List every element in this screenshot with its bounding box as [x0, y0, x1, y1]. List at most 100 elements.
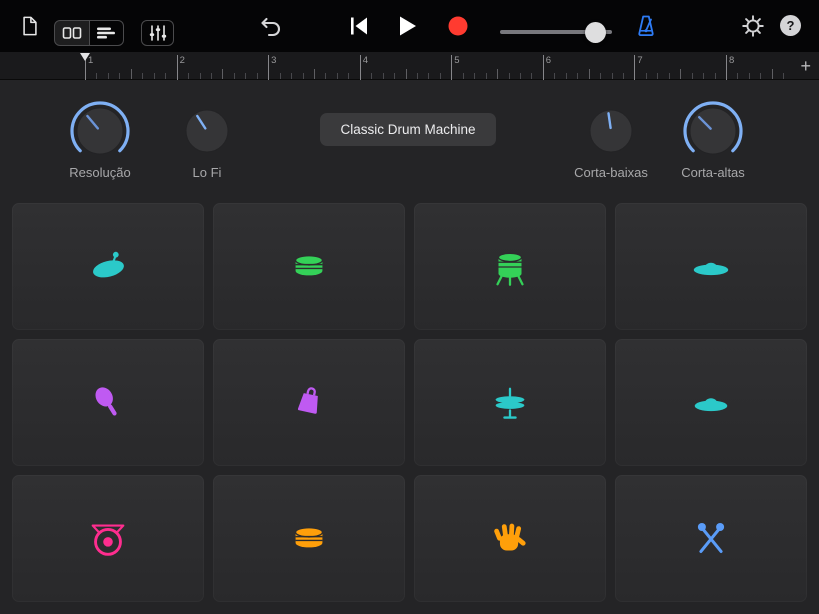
ruler-tick [428, 73, 430, 79]
ruler-tick [771, 69, 773, 79]
ruler-tick [302, 73, 304, 79]
ruler-tick [222, 69, 224, 79]
play-icon [400, 16, 416, 36]
tracks-view-icon [97, 27, 116, 39]
shaker-icon [95, 386, 117, 416]
pad-ride-cymbal[interactable] [615, 203, 807, 330]
pads-view-button[interactable] [55, 21, 89, 45]
knob-label-corta-baixas: Corta-baixas [574, 165, 648, 180]
ruler-tick [577, 73, 579, 79]
ruler-tick [279, 73, 281, 79]
undo-button[interactable] [258, 13, 284, 39]
ruler-tick [542, 55, 544, 80]
snare-2-icon [294, 526, 324, 547]
knob-label-lo-fi: Lo Fi [192, 165, 222, 180]
cowbell-icon [297, 386, 318, 414]
pad-gong[interactable] [12, 475, 204, 602]
tracks-view-button[interactable] [90, 21, 124, 45]
ruler-tick [439, 73, 441, 79]
preset-label: Classic Drum Machine [340, 122, 476, 137]
ruler-beat-number: 7 [637, 55, 643, 66]
volume-slider-thumb[interactable] [585, 22, 607, 43]
snare-drum-icon [294, 254, 324, 275]
ruler-tick [142, 73, 144, 79]
skip-to-start-icon [351, 17, 367, 35]
ruler-tick [268, 55, 270, 80]
pad-snare-drum[interactable] [213, 203, 405, 330]
pad-hi-hat[interactable] [414, 339, 606, 466]
ruler-tick [165, 73, 167, 79]
add-bars-button[interactable]: + [800, 56, 811, 77]
ruler-tick [703, 73, 705, 79]
ruler-tick [508, 73, 510, 79]
ruler-beat-number: 5 [454, 55, 460, 66]
ruler-tick [176, 55, 178, 80]
ruler-tick [485, 73, 487, 79]
ruler-tick [474, 73, 476, 79]
pad-cowbell[interactable] [213, 339, 405, 466]
knob-lo-fi[interactable] [182, 106, 232, 161]
ruler-tick [130, 69, 132, 79]
ruler-tick [554, 73, 556, 79]
ruler-tick [668, 73, 670, 79]
ruler-tick [153, 73, 155, 79]
ruler-tick [600, 73, 602, 79]
ruler-tick [291, 73, 292, 79]
knob-label-resolucao: Resolução [69, 165, 131, 180]
knob-label-corta-altas: Corta-altas [681, 165, 745, 180]
pad-open-cymbal[interactable] [615, 339, 807, 466]
ruler-tick [348, 73, 350, 79]
sticks-icon [697, 522, 725, 553]
ruler-tick [462, 73, 464, 79]
ruler-beat-number: 8 [729, 55, 735, 66]
ruler-tick [451, 55, 453, 80]
pad-snare-2[interactable] [213, 475, 405, 602]
knob-corta-baixas[interactable] [586, 106, 636, 161]
preset-button[interactable]: Classic Drum Machine [320, 113, 496, 146]
ruler-tick [107, 73, 109, 79]
ruler-tick [245, 73, 247, 79]
ruler-tick [210, 73, 212, 79]
document-icon [23, 16, 37, 36]
ruler-tick [199, 73, 201, 79]
ruler-tick [382, 73, 384, 79]
metronome-button[interactable] [633, 13, 659, 39]
pad-kick-drum[interactable] [12, 203, 204, 330]
mixer-button[interactable] [141, 20, 174, 46]
help-button[interactable]: ? [780, 15, 801, 36]
ruler-tick [726, 55, 727, 80]
settings-button[interactable] [741, 14, 765, 38]
top-toolbar: ? [0, 0, 819, 52]
open-cymbal-icon [694, 397, 728, 411]
document-button[interactable] [18, 13, 42, 39]
skip-to-start-button[interactable] [347, 15, 371, 37]
knob-resolucao[interactable] [69, 100, 131, 167]
ruler-tick [680, 69, 682, 79]
floor-tom-icon [496, 252, 524, 286]
pad-shaker[interactable] [12, 339, 204, 466]
pad-sticks[interactable] [615, 475, 807, 602]
knob-corta-altas[interactable] [682, 100, 744, 167]
ruler-tick [416, 73, 418, 79]
timeline-ruler[interactable]: 12345678 + [0, 52, 819, 80]
pad-clap[interactable] [414, 475, 606, 602]
playhead[interactable] [80, 53, 90, 61]
view-toggle [54, 20, 124, 46]
ruler-beat-number: 4 [362, 55, 368, 66]
ruler-tick [96, 73, 98, 79]
ruler-tick [497, 69, 499, 79]
clap-icon [494, 523, 526, 550]
play-button[interactable] [395, 14, 419, 38]
pad-floor-tom[interactable] [414, 203, 606, 330]
ruler-tick [714, 73, 716, 79]
ruler-tick [119, 73, 121, 79]
settings-gear-icon [742, 15, 764, 37]
ruler-tick [634, 55, 636, 80]
record-icon [448, 16, 468, 36]
ruler-tick [256, 73, 258, 79]
volume-slider[interactable] [500, 22, 612, 43]
ruler-tick [760, 73, 762, 79]
kick-drum-icon [93, 251, 124, 277]
record-button[interactable] [446, 14, 470, 38]
ruler-ticks: 12345678 [0, 52, 819, 80]
